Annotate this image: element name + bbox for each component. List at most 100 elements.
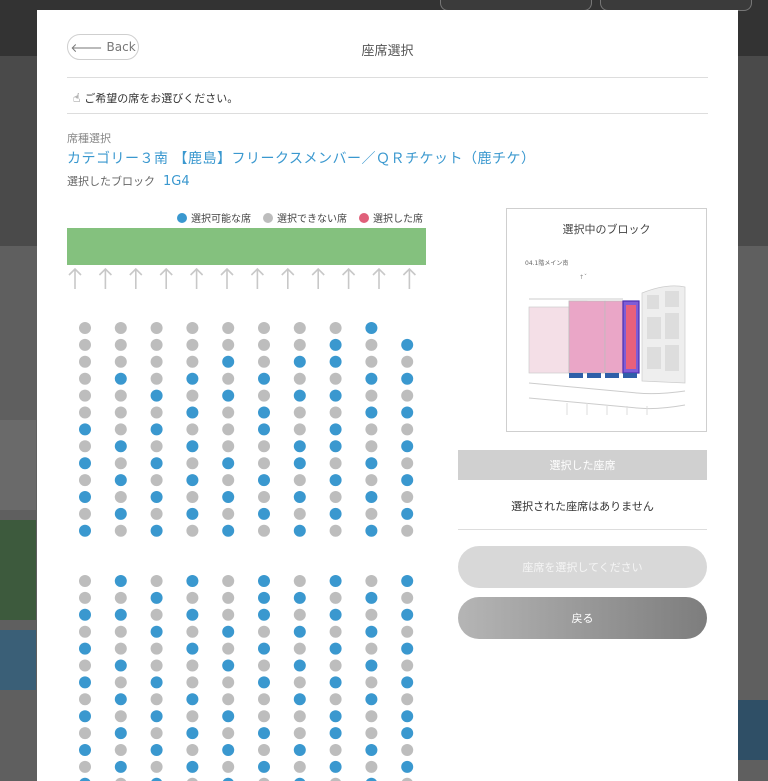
- return-button[interactable]: 戻る: [458, 597, 707, 639]
- seat-available[interactable]: [365, 693, 378, 706]
- seat-available[interactable]: [401, 406, 414, 419]
- seat-available[interactable]: [258, 727, 270, 740]
- seat-available[interactable]: [401, 372, 414, 385]
- seat-available[interactable]: [293, 591, 306, 604]
- seat-available[interactable]: [258, 372, 270, 385]
- seat-available[interactable]: [150, 457, 163, 470]
- seat-available[interactable]: [401, 474, 414, 487]
- seat-available[interactable]: [401, 338, 414, 351]
- seat-available[interactable]: [365, 406, 378, 419]
- seat-available[interactable]: [329, 727, 342, 740]
- seat-available[interactable]: [258, 474, 270, 487]
- seat-available[interactable]: [114, 659, 127, 672]
- seat-available[interactable]: [79, 457, 91, 470]
- seat-available[interactable]: [79, 423, 91, 436]
- seat-available[interactable]: [293, 659, 306, 672]
- seat-available[interactable]: [114, 474, 127, 487]
- seat-available[interactable]: [79, 710, 91, 723]
- seat-available[interactable]: [79, 744, 91, 756]
- seat-available[interactable]: [114, 693, 127, 706]
- seat-available[interactable]: [401, 575, 414, 587]
- seat-available[interactable]: [258, 642, 270, 655]
- seat-available[interactable]: [114, 507, 127, 520]
- seat-available[interactable]: [150, 524, 163, 537]
- seat-available[interactable]: [365, 625, 378, 638]
- seat-available[interactable]: [293, 440, 306, 453]
- seat-available[interactable]: [329, 642, 342, 655]
- seat-available[interactable]: [150, 423, 163, 436]
- seat-available[interactable]: [186, 727, 199, 740]
- seat-available[interactable]: [186, 474, 199, 487]
- seat-available[interactable]: [222, 659, 235, 672]
- seat-available[interactable]: [222, 744, 235, 756]
- seat-available[interactable]: [222, 524, 235, 537]
- seat-available[interactable]: [258, 608, 270, 621]
- seat-available[interactable]: [293, 693, 306, 706]
- seat-available[interactable]: [329, 423, 342, 436]
- seat-available[interactable]: [329, 676, 342, 689]
- seat-available[interactable]: [401, 727, 414, 740]
- seat-available[interactable]: [186, 372, 199, 385]
- seat-available[interactable]: [114, 372, 127, 385]
- seat-available[interactable]: [186, 642, 199, 655]
- seat-available[interactable]: [293, 524, 306, 537]
- seat-available[interactable]: [258, 406, 270, 419]
- seat-available[interactable]: [401, 760, 414, 773]
- seat-available[interactable]: [329, 608, 342, 621]
- seat-available[interactable]: [186, 507, 199, 520]
- seat-available[interactable]: [258, 591, 270, 604]
- seat-available[interactable]: [365, 524, 378, 537]
- seat-available[interactable]: [79, 491, 91, 503]
- seat-available[interactable]: [150, 625, 163, 638]
- seat-available[interactable]: [258, 507, 270, 520]
- seat-available[interactable]: [401, 507, 414, 520]
- seat-available[interactable]: [114, 727, 127, 740]
- seat-available[interactable]: [293, 355, 306, 368]
- seat-available[interactable]: [114, 760, 127, 773]
- seat-available[interactable]: [186, 440, 199, 453]
- seat-available[interactable]: [114, 440, 127, 453]
- seat-available[interactable]: [329, 760, 342, 773]
- seat-available[interactable]: [365, 491, 378, 503]
- seat-available[interactable]: [186, 693, 199, 706]
- select-seat-button[interactable]: 座席を選択してください: [458, 546, 707, 588]
- seat-available[interactable]: [258, 575, 270, 587]
- seat-available[interactable]: [79, 676, 91, 689]
- seat-available[interactable]: [365, 591, 378, 604]
- seat-available[interactable]: [365, 457, 378, 470]
- seat-available[interactable]: [329, 338, 342, 351]
- seat-available[interactable]: [258, 676, 270, 689]
- seat-available[interactable]: [258, 760, 270, 773]
- seat-available[interactable]: [222, 625, 235, 638]
- seat-available[interactable]: [222, 491, 235, 503]
- seat-available[interactable]: [150, 676, 163, 689]
- seat-available[interactable]: [79, 642, 91, 655]
- seat-available[interactable]: [365, 744, 378, 756]
- seat-available[interactable]: [329, 575, 342, 587]
- seat-available[interactable]: [293, 389, 306, 402]
- seat-available[interactable]: [293, 491, 306, 503]
- seat-available[interactable]: [222, 457, 235, 470]
- seat-available[interactable]: [329, 474, 342, 487]
- seat-available[interactable]: [401, 440, 414, 453]
- seat-available[interactable]: [79, 608, 91, 621]
- seat-available[interactable]: [329, 440, 342, 453]
- seat-available[interactable]: [365, 659, 378, 672]
- seat-available[interactable]: [186, 760, 199, 773]
- seat-available[interactable]: [401, 710, 414, 723]
- seat-available[interactable]: [222, 710, 235, 723]
- seat-available[interactable]: [150, 591, 163, 604]
- seat-available[interactable]: [114, 575, 127, 587]
- seat-available[interactable]: [401, 608, 414, 621]
- seat-available[interactable]: [79, 524, 91, 537]
- seat-available[interactable]: [150, 744, 163, 756]
- seat-available[interactable]: [401, 676, 414, 689]
- seat-available[interactable]: [150, 491, 163, 503]
- seat-available[interactable]: [258, 423, 270, 436]
- seat-available[interactable]: [293, 744, 306, 756]
- seat-available[interactable]: [222, 355, 235, 368]
- seat-available[interactable]: [329, 507, 342, 520]
- seat-available[interactable]: [114, 608, 127, 621]
- seat-available[interactable]: [329, 389, 342, 402]
- seat-available[interactable]: [186, 608, 199, 621]
